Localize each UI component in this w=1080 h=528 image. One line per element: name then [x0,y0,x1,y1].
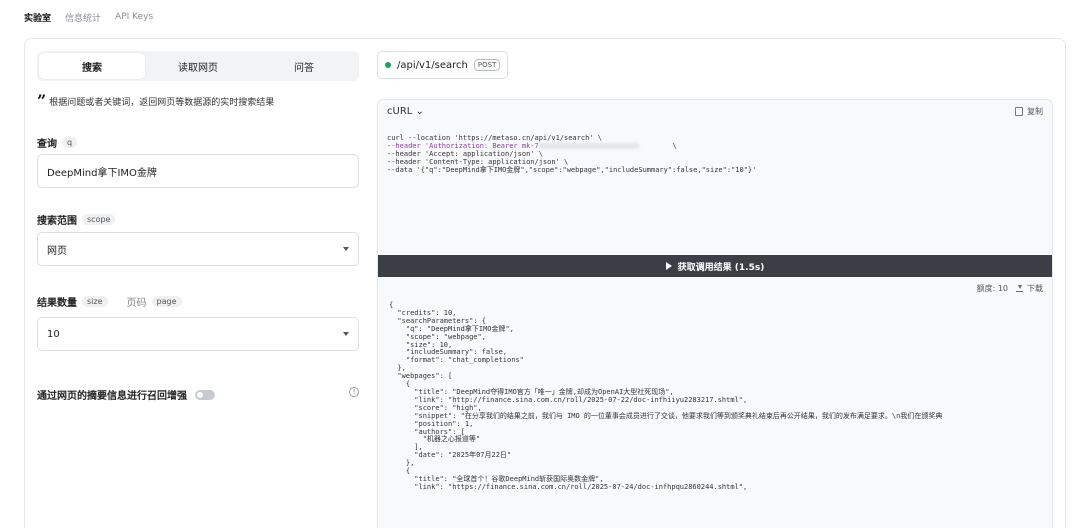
code-line-5: --data '{"q":"DeepMind拿下IMO金牌","scope":"… [387,166,757,174]
tab-read-webpage[interactable]: 读取网页 [145,53,251,79]
scope-label-text: 搜索范围 [37,216,77,227]
summary-toggle-row: 通过网页的摘要信息进行召回增强 ! [37,387,359,402]
scope-param-tag: scope [82,214,116,225]
scope-select[interactable]: 网页 [37,232,359,266]
method-badge: POST [473,59,501,71]
summary-toggle[interactable] [195,389,215,400]
chevron-down-icon [343,332,349,336]
run-request-label: 获取调用结果 (1.5s) [677,262,765,273]
response-code-block: { "credits": 10, "searchParameters": { "… [389,301,943,491]
size-label: 结果数量 size 页码 page [37,294,182,309]
download-label: 下载 [1027,283,1043,293]
description-text: 根据问题或者关键词，返回网页等数据源的实时搜索结果 [49,98,275,108]
code-header: cURL ⌄ 复制 [378,100,1052,122]
code-line-2: --header 'Authorization: Bearer mk-7 [387,142,539,150]
code-line-3: --header 'Accept: application/json' \ [387,150,543,158]
endpoint-description: ” 根据问题或者关键词，返回网页等数据源的实时搜索结果 [37,91,359,110]
scope-label: 搜索范围 scope [37,212,116,227]
quote-icon: ” [37,91,47,110]
request-code-block: curl --location 'https://metaso.cn/api/v… [387,134,756,174]
query-input-value: DeepMind拿下IMO金牌 [47,167,157,179]
endpoint-pill: /api/v1/search POST [377,51,509,79]
run-request-button[interactable]: 获取调用结果 (1.5s) [378,255,1052,277]
tab-search[interactable]: 搜索 [39,53,145,79]
code-line-4: --header 'Content-Type: application/json… [387,158,569,166]
nav-item-lab[interactable]: 实验室 [24,11,51,24]
query-input[interactable]: DeepMind拿下IMO金牌 [37,154,359,188]
quota-text: 额度: 10 [976,283,1008,293]
code-line-1: curl --location 'https://metaso.cn/api/v… [387,134,602,142]
status-dot-icon [385,62,391,68]
chevron-down-icon [343,247,349,251]
info-icon[interactable]: ! [349,387,359,397]
language-label: cURL [387,105,413,117]
language-select[interactable]: cURL ⌄ [387,106,424,117]
result-header: 额度: 10 下载 [378,277,1052,299]
redacted-token [538,143,639,149]
copy-icon [1015,106,1023,116]
main-panel: 搜索 读取网页 问答 ” 根据问题或者关键词，返回网页等数据源的实时搜索结果 查… [24,38,1066,528]
page-label-text: 页码 [126,298,147,309]
top-nav: 实验室 信息统计 API Keys [24,10,153,24]
query-label-text: 查询 [37,139,57,150]
toggle-knob [197,391,203,398]
size-select[interactable]: 10 [37,317,359,351]
query-label: 查询 q [37,135,78,150]
download-icon [1016,284,1023,292]
summary-toggle-label: 通过网页的摘要信息进行召回增强 [37,391,187,402]
page-param-tag: page [151,296,182,307]
copy-label: 复制 [1027,106,1043,116]
nav-item-stats[interactable]: 信息统计 [65,11,101,24]
copy-button[interactable]: 复制 [1015,106,1043,117]
endpoint-path: /api/v1/search [397,59,468,71]
mode-tabs: 搜索 读取网页 问答 [37,51,359,81]
chevron-down-icon: ⌄ [415,105,424,117]
size-select-value: 10 [47,328,60,340]
play-icon [665,262,672,270]
code-line-2-end: \ [672,142,677,150]
download-button[interactable]: 下载 [1016,283,1043,294]
size-param-tag: size [82,296,108,307]
size-label-text: 结果数量 [37,298,77,309]
code-panel: cURL ⌄ 复制 curl --location 'https://metas… [377,99,1053,528]
tab-qa[interactable]: 问答 [251,53,357,79]
scope-select-value: 网页 [47,245,67,257]
nav-item-api-keys[interactable]: API Keys [115,12,153,22]
query-param-tag: q [62,137,78,148]
